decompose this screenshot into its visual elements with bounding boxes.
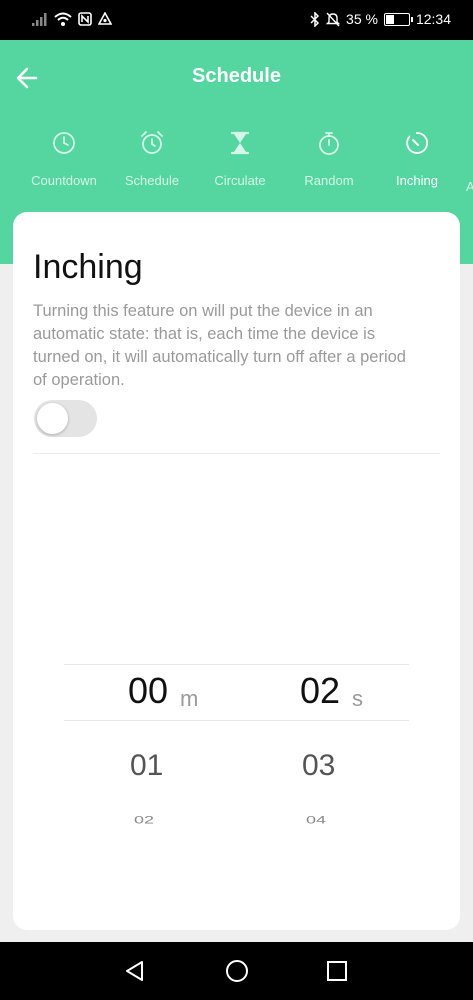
seconds-next2: 04 [306, 814, 327, 826]
timer-icon [406, 132, 428, 154]
nfc-icon [78, 12, 92, 26]
signal-icon [32, 12, 47, 26]
navigation-bar [0, 942, 473, 1000]
tab-label: Random [304, 173, 354, 188]
tab-label: Circulate [214, 173, 266, 188]
status-bar: 35 % 12:34 [0, 0, 473, 40]
minutes-next: 01 [130, 749, 164, 782]
stopwatch-icon [319, 132, 339, 155]
tab-label: Schedule [124, 173, 180, 188]
seconds-unit: s [352, 685, 364, 711]
recents-square-icon[interactable] [324, 958, 350, 984]
status-left [32, 12, 112, 26]
tab-label-partial[interactable]: A [466, 179, 473, 194]
toggle-knob [37, 403, 68, 434]
battery-icon [383, 12, 413, 26]
minutes-next2: 02 [134, 814, 155, 826]
tab-label: Countdown [31, 173, 97, 188]
seconds-selected: 02 [300, 670, 341, 711]
bluetooth-icon [310, 11, 320, 27]
battery-percent: 35 % [346, 11, 378, 27]
tab-bar: Countdown Schedule Circulate Random Inch… [0, 130, 473, 200]
seconds-picker[interactable]: 02 s 03 04 [295, 662, 415, 842]
tab-label: Inching [396, 173, 438, 188]
inching-toggle[interactable] [34, 400, 97, 437]
home-circle-icon[interactable] [224, 958, 250, 984]
hourglass-icon [230, 131, 250, 155]
status-time: 12:34 [415, 11, 451, 27]
minutes-picker[interactable]: 00 m 01 02 [123, 662, 243, 842]
alarm-clock-icon [141, 131, 163, 154]
tab-circulate[interactable]: Circulate [196, 130, 284, 188]
minutes-selected: 00 [128, 670, 169, 711]
card-description: Turning this feature on will put the dev… [33, 302, 406, 389]
mute-icon [326, 12, 341, 26]
wifi-icon [54, 12, 72, 26]
status-right: 35 % 12:34 [310, 11, 451, 27]
minutes-unit: m [180, 685, 199, 711]
data-saver-icon [98, 12, 112, 25]
tab-random[interactable]: Random [285, 130, 373, 188]
inching-card: Inching Turning this feature on will put… [13, 212, 460, 930]
tab-schedule[interactable]: Schedule [108, 130, 196, 188]
tab-inching[interactable]: Inching [373, 130, 461, 188]
page-title: Schedule [192, 65, 281, 87]
back-triangle-icon[interactable] [122, 958, 148, 984]
clock-icon [53, 132, 75, 154]
card-title: Inching [33, 248, 143, 286]
divider [33, 453, 440, 454]
seconds-next: 03 [302, 749, 336, 782]
tab-countdown[interactable]: Countdown [20, 130, 108, 188]
